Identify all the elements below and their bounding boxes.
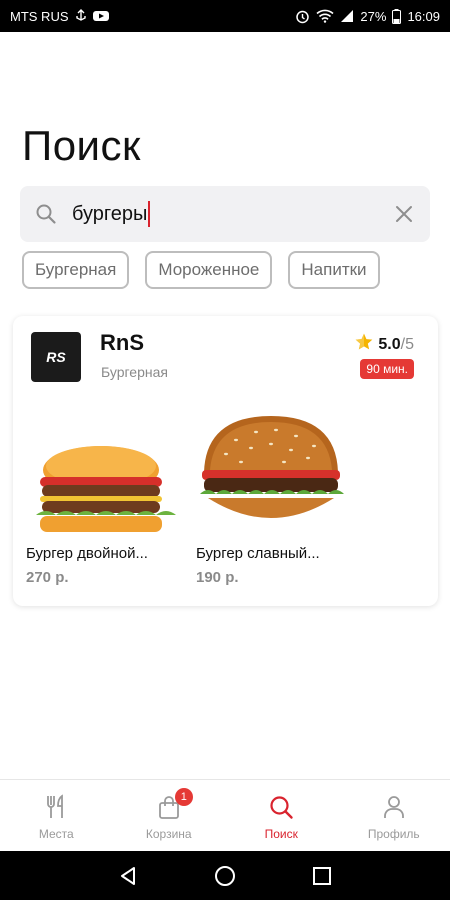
system-navigation-bar — [0, 851, 450, 900]
delivery-time-badge: 90 мин. — [360, 359, 414, 379]
nav-places[interactable]: Места — [0, 780, 113, 851]
nav-profile-label: Профиль — [367, 827, 420, 841]
star-icon — [354, 332, 374, 357]
restaurant-logo-text: RS — [46, 349, 66, 365]
chip-ice-cream[interactable]: Мороженное — [145, 251, 273, 289]
search-icon — [34, 202, 58, 226]
wifi-icon — [316, 9, 334, 23]
back-icon[interactable] — [114, 862, 142, 890]
chip-burger-shop[interactable]: Бургерная — [22, 251, 130, 289]
menu-item-price: 270 р. — [26, 569, 69, 586]
restaurant-category: Бургерная — [101, 364, 168, 380]
profile-icon — [380, 793, 408, 821]
search-input-value: бургеры — [72, 202, 148, 225]
nav-search-label: Поиск — [264, 827, 298, 841]
nav-cart-label: Корзина — [145, 827, 192, 841]
youtube-icon — [92, 10, 109, 22]
battery-icon — [392, 8, 402, 24]
clock-time: 16:09 — [407, 8, 440, 24]
page-title: Поиск — [22, 122, 141, 169]
restaurant-card[interactable]: RS RnS Бургерная 5.0/5 90 мин. Бургер дв… — [13, 316, 438, 606]
nav-search[interactable]: Поиск — [225, 780, 338, 851]
menu-item[interactable]: Бургер двойной... 270 р. — [26, 412, 186, 586]
menu-item-name: Бургер двойной... — [26, 545, 148, 562]
search-input[interactable]: бургеры — [72, 201, 392, 227]
restaurant-logo: RS — [31, 332, 81, 382]
restaurant-rating: 5.0/5 — [354, 332, 414, 357]
chip-drinks[interactable]: Напитки — [288, 251, 380, 289]
text-caret — [148, 201, 151, 227]
nav-profile[interactable]: Профиль — [338, 780, 450, 851]
nav-cart[interactable]: 1 Корзина — [113, 780, 226, 851]
battery-percent: 27% — [360, 8, 387, 24]
menu-item-name: Бургер славный... — [196, 545, 320, 562]
alarm-icon — [295, 9, 310, 24]
burger-double-image — [26, 412, 176, 537]
search-icon — [267, 793, 295, 821]
restaurant-name: RnS — [100, 330, 144, 355]
burger-glorious-image — [196, 412, 346, 537]
menu-item-price: 190 р. — [196, 569, 239, 586]
rating-max: /5 — [400, 335, 414, 353]
rating-value: 5.0 — [378, 335, 401, 353]
bottom-navigation: Места 1 Корзина Поиск Профиль — [0, 779, 450, 851]
usb-icon — [75, 9, 87, 23]
status-bar: MTS RUS 27% 16:09 — [0, 0, 450, 32]
cart-count-badge: 1 — [174, 788, 193, 806]
close-icon[interactable] — [392, 202, 416, 226]
menu-item[interactable]: Бургер славный... 190 р. — [196, 412, 356, 586]
fork-knife-icon — [42, 793, 70, 821]
search-bar[interactable]: бургеры — [20, 186, 430, 242]
home-icon[interactable] — [211, 862, 239, 890]
carrier-label: MTS RUS — [10, 8, 69, 24]
recents-icon[interactable] — [308, 862, 336, 890]
nav-places-label: Места — [38, 827, 74, 841]
category-chips: Бургерная Мороженное Напитки — [22, 251, 380, 289]
signal-icon — [340, 9, 354, 23]
